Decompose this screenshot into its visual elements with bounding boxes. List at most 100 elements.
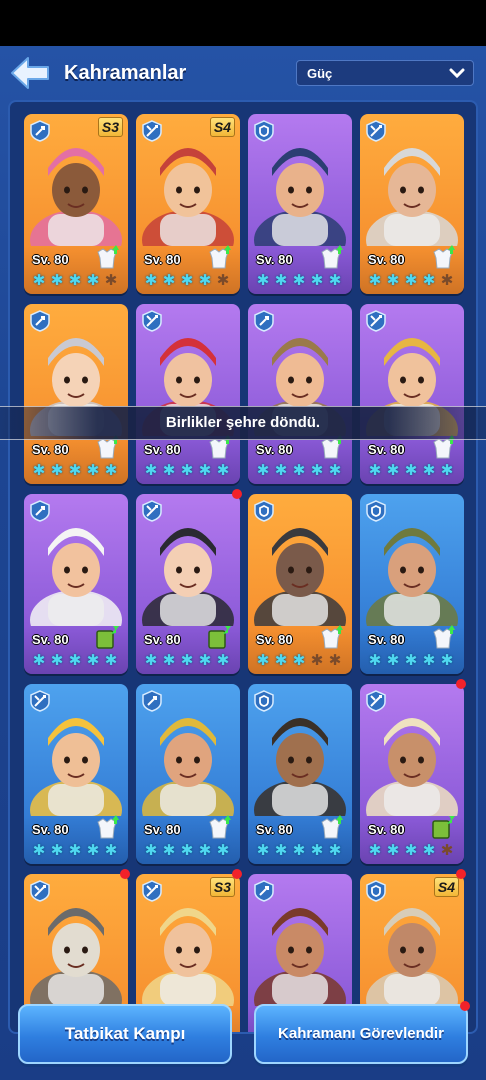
star-empty-icon: ✱ [440, 272, 454, 289]
star-filled-icon: ✱ [198, 652, 212, 669]
star-filled-icon: ✱ [104, 652, 118, 669]
skill-book-upgrade-icon [94, 624, 120, 650]
star-empty-icon: ✱ [310, 652, 324, 669]
hero-portrait [254, 508, 346, 650]
star-rating: ✱ ✱ ✱ ✱ ✱ [367, 462, 459, 479]
hero-portrait [254, 698, 346, 840]
star-rating: ✱ ✱ ✱ ✱ ✱ [31, 652, 123, 669]
star-filled-icon: ✱ [162, 652, 176, 669]
star-filled-icon: ✱ [86, 652, 100, 669]
hero-level: Sv. 80 [368, 822, 405, 837]
star-rating: ✱ ✱ ✱ ✱ ✱ [143, 652, 235, 669]
star-filled-icon: ✱ [404, 272, 418, 289]
star-filled-icon: ✱ [216, 842, 230, 859]
spear-class-icon [142, 880, 162, 902]
hero-card[interactable]: Sv. 80 ✱ ✱ ✱ ✱ ✱ [136, 304, 240, 484]
sort-dropdown[interactable]: Güç [296, 60, 474, 86]
archer-class-icon [30, 500, 50, 522]
hero-level: Sv. 80 [256, 822, 293, 837]
star-filled-icon: ✱ [32, 652, 46, 669]
header: Kahramanlar Güç [0, 46, 486, 100]
hero-portrait [254, 888, 346, 1030]
star-filled-icon: ✱ [404, 462, 418, 479]
star-filled-icon: ✱ [310, 462, 324, 479]
star-filled-icon: ✱ [368, 272, 382, 289]
hero-card[interactable]: Sv. 80 ✱ ✱ ✱ ✱ ✱ [360, 684, 464, 864]
hero-portrait [142, 698, 234, 840]
spear-class-icon [142, 500, 162, 522]
shield-class-icon [366, 500, 386, 522]
season-badge: S4 [209, 117, 235, 137]
hero-level: Sv. 80 [256, 252, 293, 267]
assign-hero-button[interactable]: Kahramanı Görevlendir [254, 1004, 468, 1064]
back-button[interactable] [8, 54, 52, 92]
star-filled-icon: ✱ [180, 462, 194, 479]
page-title: Kahramanlar [64, 62, 187, 84]
hero-card[interactable]: S3 Sv. 80 ✱ ✱ ✱ ✱ ✱ [24, 114, 128, 294]
star-filled-icon: ✱ [180, 652, 194, 669]
training-camp-button[interactable]: Tatbikat Kampı [18, 1004, 232, 1064]
hero-card[interactable]: Sv. 80 ✱ ✱ ✱ ✱ ✱ [248, 494, 352, 674]
star-filled-icon: ✱ [32, 462, 46, 479]
hero-level: Sv. 80 [32, 442, 69, 457]
hero-card[interactable]: Sv. 80 ✱ ✱ ✱ ✱ ✱ [360, 494, 464, 674]
star-filled-icon: ✱ [144, 842, 158, 859]
star-filled-icon: ✱ [292, 652, 306, 669]
chevron-down-icon [449, 68, 465, 79]
star-filled-icon: ✱ [386, 842, 400, 859]
star-filled-icon: ✱ [368, 842, 382, 859]
spear-class-icon [30, 880, 50, 902]
star-filled-icon: ✱ [68, 842, 82, 859]
star-filled-icon: ✱ [292, 272, 306, 289]
shield-class-icon [254, 690, 274, 712]
hero-level: Sv. 80 [256, 632, 293, 647]
star-filled-icon: ✱ [404, 652, 418, 669]
hero-card[interactable]: Sv. 80 ✱ ✱ ✱ ✱ ✱ [360, 114, 464, 294]
hero-card[interactable]: Sv. 80 ✱ ✱ ✱ ✱ ✱ [24, 494, 128, 674]
hero-card[interactable]: Sv. 80 ✱ ✱ ✱ ✱ ✱ [248, 684, 352, 864]
star-rating: ✱ ✱ ✱ ✱ ✱ [367, 272, 459, 289]
star-filled-icon: ✱ [162, 842, 176, 859]
star-filled-icon: ✱ [386, 272, 400, 289]
star-filled-icon: ✱ [216, 652, 230, 669]
hero-card[interactable]: Sv. 80 ✱ ✱ ✱ ✱ ✱ [248, 304, 352, 484]
star-rating: ✱ ✱ ✱ ✱ ✱ [367, 652, 459, 669]
skill-book-upgrade-icon [430, 814, 456, 840]
star-rating: ✱ ✱ ✱ ✱ ✱ [31, 462, 123, 479]
star-filled-icon: ✱ [32, 272, 46, 289]
season-badge: S3 [97, 117, 123, 137]
hero-level: Sv. 80 [32, 632, 69, 647]
archer-class-icon [30, 120, 50, 142]
hero-card[interactable]: S4 Sv. 80 ✱ ✱ ✱ ✱ ✱ [136, 114, 240, 294]
back-arrow-icon [11, 57, 49, 89]
hero-grid: S3 Sv. 80 ✱ ✱ ✱ ✱ ✱ S4 Sv. 80 ✱ ✱ ✱ ✱ ✱ Sv. 80 ✱ ✱ ✱ ✱ ✱ … [8, 100, 478, 1034]
hero-card[interactable]: Sv. 80 ✱ ✱ ✱ ✱ ✱ [24, 684, 128, 864]
hero-portrait [142, 888, 234, 1030]
star-filled-icon: ✱ [422, 462, 436, 479]
hero-portrait [30, 698, 122, 840]
hero-card[interactable]: Sv. 80 ✱ ✱ ✱ ✱ ✱ [360, 304, 464, 484]
skill-book-upgrade-icon [206, 624, 232, 650]
hero-portrait [142, 508, 234, 650]
hero-card[interactable]: Sv. 80 ✱ ✱ ✱ ✱ ✱ [24, 304, 128, 484]
star-filled-icon: ✱ [292, 462, 306, 479]
gear-upgrade-icon [94, 814, 120, 840]
star-filled-icon: ✱ [68, 652, 82, 669]
star-rating: ✱ ✱ ✱ ✱ ✱ [367, 842, 459, 859]
spear-class-icon [142, 310, 162, 332]
hero-portrait [142, 128, 234, 270]
hero-card[interactable]: Sv. 80 ✱ ✱ ✱ ✱ ✱ [248, 114, 352, 294]
season-badge: S3 [209, 877, 235, 897]
star-filled-icon: ✱ [162, 272, 176, 289]
star-filled-icon: ✱ [256, 842, 270, 859]
hero-level: Sv. 80 [368, 632, 405, 647]
hero-card[interactable]: Sv. 80 ✱ ✱ ✱ ✱ ✱ [136, 684, 240, 864]
star-filled-icon: ✱ [86, 842, 100, 859]
season-badge: S4 [433, 877, 459, 897]
hero-portrait [254, 128, 346, 270]
star-filled-icon: ✱ [216, 462, 230, 479]
hero-card[interactable]: Sv. 80 ✱ ✱ ✱ ✱ ✱ [136, 494, 240, 674]
gear-upgrade-icon [430, 244, 456, 270]
spear-class-icon [366, 310, 386, 332]
star-filled-icon: ✱ [32, 842, 46, 859]
